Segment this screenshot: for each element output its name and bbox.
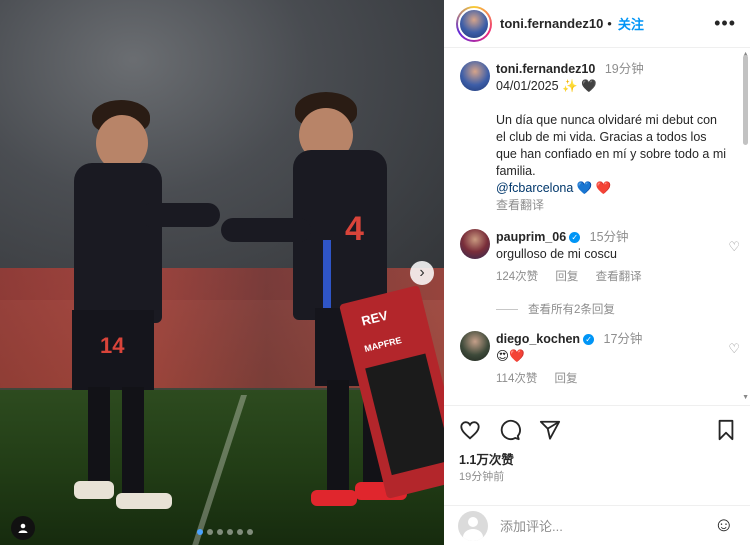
- comment-likes[interactable]: 114次赞: [496, 373, 537, 385]
- board-label: REV: [359, 307, 390, 329]
- comment-text: orgulloso de mi coscu: [496, 247, 617, 261]
- reply-button[interactable]: 回复: [555, 373, 578, 385]
- comment-likes[interactable]: 124次赞: [496, 271, 538, 283]
- comment-item: pauprim_06 ✓ 15分钟 orgulloso de mi coscu 1…: [460, 229, 740, 286]
- caption-username[interactable]: toni.fernandez10: [496, 62, 595, 76]
- post-caption: toni.fernandez10 19分钟 04/01/2025 ✨ 🖤 Un …: [460, 61, 736, 214]
- caption-translate-link[interactable]: 查看翻译: [496, 197, 726, 214]
- emoji-icon[interactable]: ☺: [714, 514, 734, 537]
- share-icon[interactable]: [538, 418, 562, 442]
- comment-text: 😍❤️: [496, 349, 525, 363]
- comments-scrollbar[interactable]: [743, 55, 748, 145]
- author-avatar[interactable]: [456, 5, 492, 42]
- comment-time: 17分钟: [603, 332, 643, 346]
- comment-icon[interactable]: [498, 418, 522, 442]
- reply-button[interactable]: 回复: [555, 271, 578, 283]
- posted-time: 19分钟前: [459, 471, 505, 483]
- verified-badge-icon: ✓: [569, 232, 581, 243]
- carousel-dot: [227, 529, 233, 535]
- instagram-post-modal: 14 4 REV MAPFRE › toni.fernandez10 • 关注 …: [0, 0, 750, 545]
- follow-button[interactable]: 关注: [618, 14, 644, 33]
- view-replies-button[interactable]: 查看所有2条回复: [496, 301, 615, 317]
- commenter-username[interactable]: diego_kochen: [496, 332, 580, 346]
- carousel-dot: [217, 529, 223, 535]
- next-slide-button[interactable]: ›: [410, 261, 434, 285]
- post-details-panel: toni.fernandez10 • 关注 ••• toni.fernandez…: [444, 0, 750, 545]
- commenter-avatar[interactable]: [460, 229, 490, 259]
- board-brand: MAPFRE: [363, 335, 403, 354]
- caption-body: Un día que nunca olvidaré mi debut con e…: [496, 113, 727, 178]
- comment-input[interactable]: 添加评论...: [500, 516, 563, 535]
- verified-badge-icon: ✓: [583, 334, 595, 345]
- author-username[interactable]: toni.fernandez10: [500, 16, 603, 31]
- commenter-avatar[interactable]: [460, 331, 490, 361]
- post-header: toni.fernandez10 • 关注 •••: [444, 0, 750, 48]
- current-user-avatar: [458, 510, 488, 541]
- mention-link[interactable]: @fcbarcelona: [496, 181, 573, 195]
- board-screen: [365, 353, 444, 476]
- red-heart-emoji: ❤️: [595, 181, 612, 195]
- more-options-icon[interactable]: •••: [714, 13, 736, 34]
- black-heart-emoji: 🖤: [581, 79, 597, 93]
- caption-date: 04/01/2025: [496, 79, 559, 93]
- comments-scroll-area[interactable]: toni.fernandez10 19分钟 04/01/2025 ✨ 🖤 Un …: [444, 49, 750, 405]
- bookmark-icon[interactable]: [714, 418, 738, 442]
- carousel-dot: [247, 529, 253, 535]
- post-photo[interactable]: 14 4 REV MAPFRE ›: [0, 0, 444, 545]
- post-actions: 1.1万次赞 19分钟前: [444, 405, 750, 505]
- comment-item: diego_kochen ✓ 17分钟 😍❤️ 114次赞 回复 ♡: [460, 331, 740, 388]
- scroll-down-arrow[interactable]: ▼: [742, 394, 749, 401]
- likes-count[interactable]: 1.1万次赞: [459, 449, 514, 468]
- caption-avatar[interactable]: [460, 61, 490, 91]
- carousel-dot: [197, 529, 203, 535]
- comment-translate-link[interactable]: 查看翻译: [596, 271, 642, 283]
- view-replies-label: 查看所有2条回复: [528, 304, 615, 316]
- user-tag-icon: [18, 523, 28, 533]
- player-left: 14: [60, 95, 220, 515]
- heart-icon[interactable]: [458, 418, 482, 442]
- comment-like-heart-icon[interactable]: ♡: [728, 341, 740, 357]
- chevron-right-icon: ›: [419, 264, 425, 281]
- blue-heart-emoji: 💙: [576, 181, 593, 195]
- jersey-number-right: 4: [345, 210, 364, 248]
- user-tags-button[interactable]: [11, 516, 35, 540]
- comment-time: 15分钟: [589, 230, 629, 244]
- carousel-indicator: [197, 529, 253, 535]
- add-comment-bar: 添加评论... ☺: [444, 505, 750, 545]
- carousel-dot: [207, 529, 213, 535]
- jersey-number-left: 14: [100, 333, 125, 358]
- sparkles-emoji: ✨: [562, 79, 578, 93]
- commenter-username[interactable]: pauprim_06: [496, 230, 566, 244]
- comment-like-heart-icon[interactable]: ♡: [728, 239, 740, 255]
- carousel-dot: [237, 529, 243, 535]
- caption-time: 19分钟: [604, 62, 644, 76]
